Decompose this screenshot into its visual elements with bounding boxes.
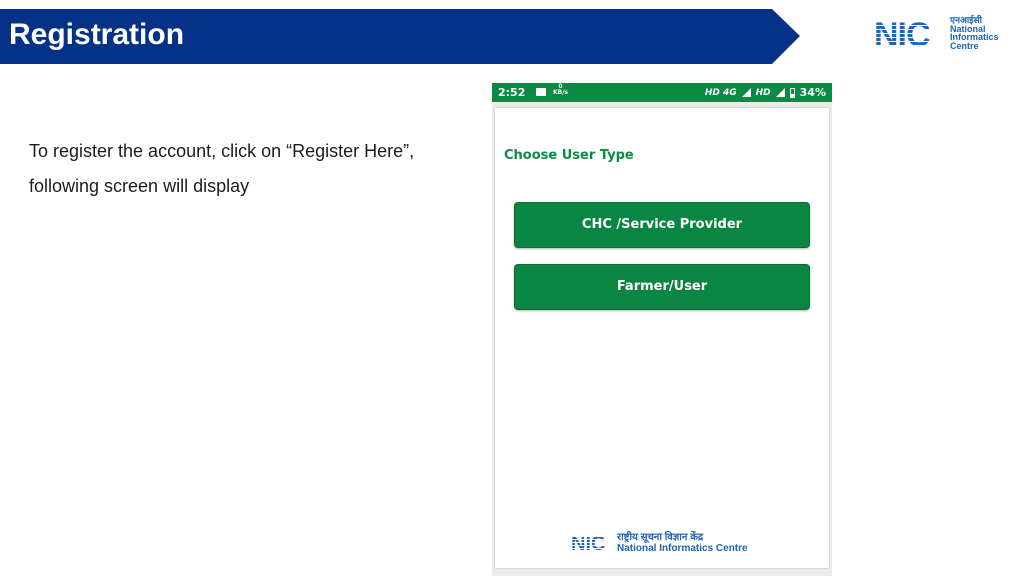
chc-service-provider-button[interactable]: CHC /Service Provider [514,202,810,248]
battery-level: 34% [799,86,826,99]
app-screen: Choose User Type CHC /Service Provider F… [495,108,829,568]
nic-logo: NIC एनआईसी National Informatics Centre [874,16,1004,54]
nic-logo-text: एनआईसी National Informatics Centre [950,16,999,50]
slide-title: Registration [9,18,185,51]
network-speed: 0 KB/s [553,84,568,96]
footer-logo-text: राष्ट्रीय सूचना विज्ञान केंद्र National … [617,532,748,554]
network-label-2: HD [755,87,771,98]
farmer-user-button[interactable]: Farmer/User [514,264,810,310]
signal-icon [741,88,751,97]
network-label-1: HD 4G [704,87,737,98]
footer-logo-hindi: राष्ट्रीय सूचना विज्ञान केंद्र [617,532,704,543]
status-right: HD 4G HD 34% [705,86,826,99]
footer-nic-letters: NIC [571,533,606,555]
description-line-1: To register the account, click on “Regis… [29,141,415,161]
battery-icon [789,87,795,98]
footer-nic-logo: NIC राष्ट्रीय सूचना विज्ञान केंद्र Natio… [571,532,761,556]
image-icon [536,88,546,96]
signal-icon [775,88,785,97]
status-time: 2:52 [498,86,526,99]
description-line-2: following screen will display [29,176,250,196]
network-speed-unit: KB/s [553,89,568,96]
phone-screenshot: 2:52 0 KB/s HD 4G HD 34% Choose User Typ… [492,83,832,576]
footer-logo-english: National Informatics Centre [617,543,748,554]
nic-logo-letters: NIC [874,16,931,54]
nic-logo-line3: Centre [950,40,979,51]
status-bar: 2:52 0 KB/s HD 4G HD 34% [492,83,832,102]
choose-user-type-label: Choose User Type [504,148,634,163]
